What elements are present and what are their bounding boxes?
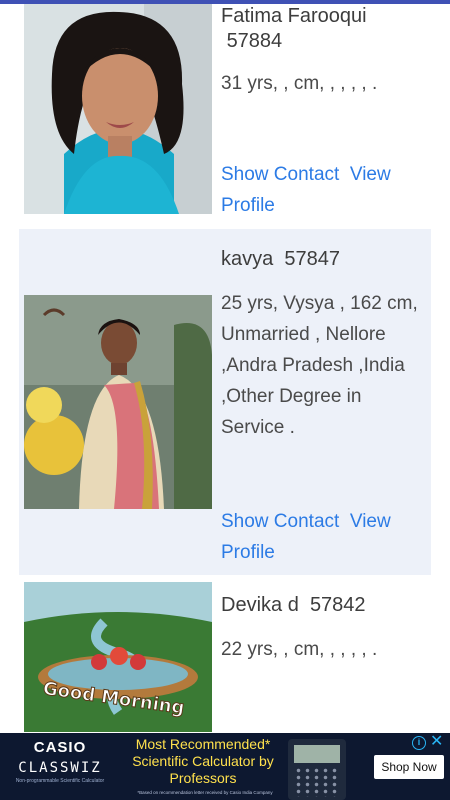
show-contact-link[interactable]: Show Contact (221, 164, 339, 185)
profile-name: kavya 57847 (221, 247, 427, 272)
profile-card: kavya 57847 25 yrs, Vysya , 162 cm, Unma… (19, 229, 431, 575)
profile-info: Devika d 57842 22 yrs, , cm, , , , , . (221, 593, 427, 665)
ad-info-icon[interactable]: i (412, 736, 426, 750)
profile-name-text: Devika d (221, 594, 299, 616)
profile-photo[interactable] (24, 295, 212, 509)
calculator-screen (294, 745, 340, 763)
ad-logo: CASIO CLASSWIZ Non-programmable Scientif… (10, 739, 110, 784)
profile-name-text: kavya (221, 248, 274, 270)
ad-tagline: Non-programmable Scientific Calculator (15, 778, 105, 784)
calculator-image (288, 739, 346, 800)
profile-id: 57847 (284, 248, 340, 270)
profile-card: Good Morning Devika d 57842 22 yrs, , cm… (19, 575, 431, 735)
ad-product: CLASSWIZ (18, 760, 102, 776)
profile-id: 57842 (309, 594, 366, 616)
profile-id: 57884 (226, 30, 283, 52)
profile-actions: Show Contact View Profile (221, 506, 421, 568)
profile-details: 31 yrs, , cm, , , , , . (221, 73, 378, 94)
profile-actions: Show Contact View Profile (221, 159, 421, 221)
profile-name: Fatima Farooqui 57884 (221, 4, 427, 54)
ad-brand: CASIO (33, 739, 87, 756)
profile-card: Fatima Farooqui 57884 31 yrs, , cm, , , … (19, 0, 431, 229)
shop-now-button[interactable]: Shop Now (374, 755, 444, 779)
profile-photo[interactable]: Good Morning (24, 582, 212, 732)
profile-info: kavya 57847 25 yrs, Vysya , 162 cm, Unma… (221, 247, 427, 443)
show-contact-link[interactable]: Show Contact (221, 511, 339, 532)
profile-name: Devika d 57842 (221, 593, 427, 618)
profile-name-text: Fatima Farooqui (221, 5, 367, 27)
calculator-keys (294, 767, 340, 797)
profile-details: 22 yrs, , cm, , , , , . (221, 639, 378, 660)
ad-banner[interactable]: CASIO CLASSWIZ Non-programmable Scientif… (0, 733, 450, 800)
profile-details: 25 yrs, Vysya , 162 cm, Unmarried , Nell… (221, 293, 418, 438)
profile-info: Fatima Farooqui 57884 31 yrs, , cm, , , … (221, 4, 427, 99)
ad-fine-print: *Based on recommendation letter received… (137, 790, 273, 795)
ad-close-icon[interactable]: ✕ (430, 734, 443, 750)
ad-headline: Most Recommended* Scientific Calculator … (132, 736, 274, 786)
profile-photo[interactable] (24, 4, 212, 214)
